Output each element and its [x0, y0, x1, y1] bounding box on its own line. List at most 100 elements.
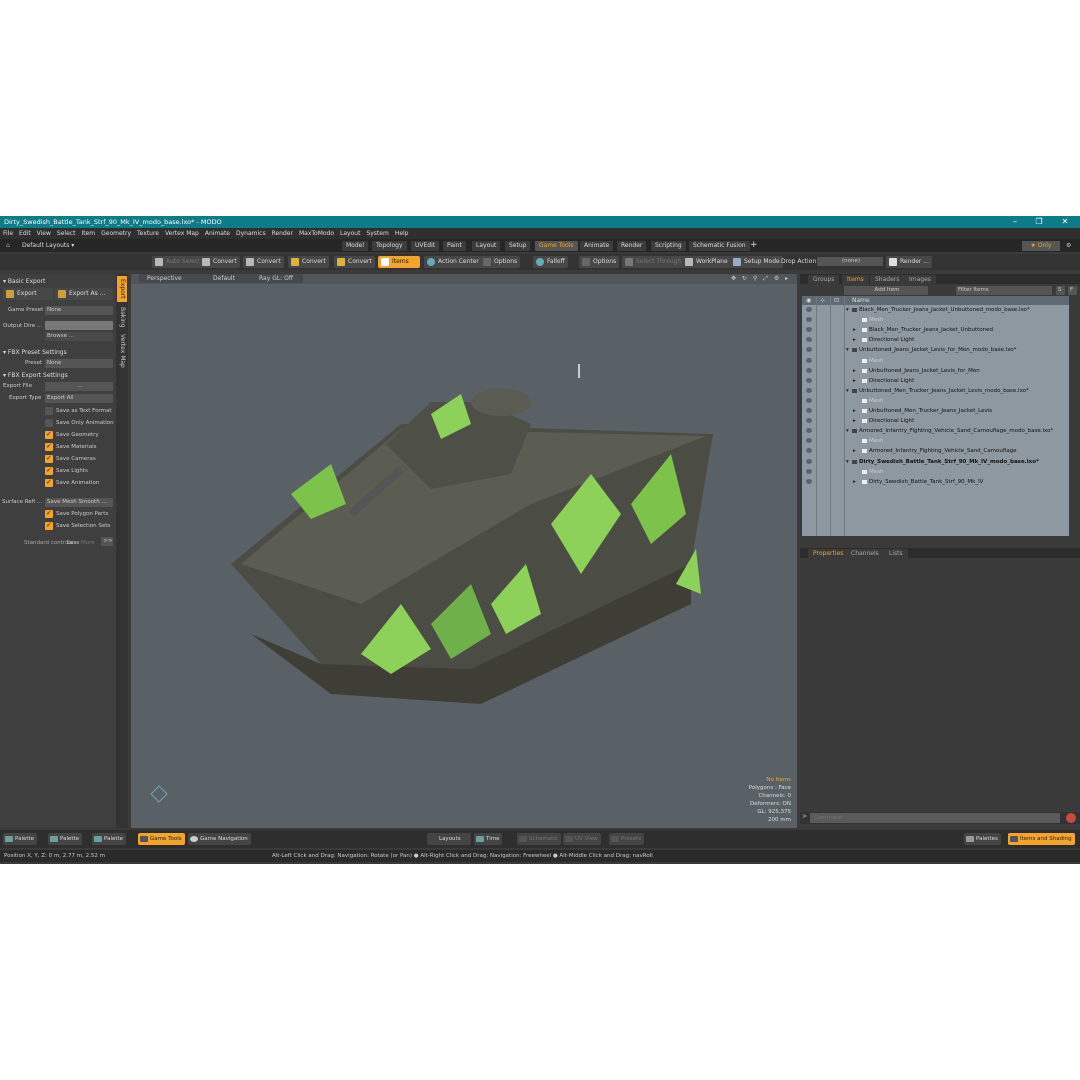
visibility-eye-icon[interactable] [806, 357, 812, 363]
tab-channels[interactable]: Channels [846, 549, 884, 558]
checkbox-save-materials[interactable] [45, 442, 53, 451]
tab-export[interactable]: Export [117, 276, 127, 302]
checkbox-save-polygon-parts[interactable] [45, 509, 53, 518]
options-button[interactable]: Options [480, 256, 521, 268]
collapse-triangle-icon[interactable]: ▾ [846, 305, 849, 315]
menu-maxtomodo[interactable]: MaxToModo [296, 228, 337, 239]
menu-animate[interactable]: Animate [202, 228, 233, 239]
more-button[interactable]: >> [101, 537, 113, 546]
tab-properties[interactable]: Properties [808, 549, 849, 558]
visibility-eye-icon[interactable] [806, 418, 812, 424]
menu-render[interactable]: Render [269, 228, 296, 239]
visibility-eye-icon[interactable] [806, 317, 812, 323]
default-layouts-dropdown[interactable]: Default Layouts ▾ [22, 239, 74, 252]
checkbox-save-as-text-format[interactable] [45, 407, 53, 415]
collapse-triangle-icon[interactable]: ▾ [846, 426, 849, 436]
outliner-row[interactable]: Mesh [802, 315, 1069, 325]
convert-polygons-button[interactable]: Convert [288, 256, 329, 268]
visibility-eye-icon[interactable] [806, 327, 812, 333]
convert-vertices-button[interactable]: Convert [199, 256, 240, 268]
layouts-button[interactable]: Layouts [427, 833, 471, 845]
visibility-eye-icon[interactable] [806, 337, 812, 343]
drop-action-select[interactable]: (none) [817, 257, 883, 266]
search-icon[interactable]: S [1056, 286, 1065, 295]
only-toggle[interactable]: ★ Only [1022, 241, 1060, 251]
filter-items-field[interactable]: Filter Items [956, 286, 1052, 295]
items-outliner[interactable]: ◉ ⊹ ⊡ Name ▾ Black_Men_Trucker_Jeans_Jack… [802, 296, 1069, 536]
game-tools-button[interactable]: Game Tools [138, 833, 185, 845]
close-button[interactable]: ✕ [1054, 216, 1076, 228]
menu-geometry[interactable]: Geometry [98, 228, 134, 239]
layout-tab-uvedit[interactable]: UVEdit [411, 241, 440, 251]
outliner-row[interactable]: ▾ Unbuttoned_Men_Trucker_Jeans_Jacket_Lev… [802, 386, 1069, 396]
more-link[interactable]: More [81, 540, 95, 546]
home-icon[interactable]: ⌂ [6, 239, 10, 252]
outliner-row[interactable]: Mesh [802, 467, 1069, 477]
export-button[interactable]: Export [3, 288, 53, 300]
items-mode-button[interactable]: Items [378, 256, 420, 268]
menu-dynamics[interactable]: Dynamics [233, 228, 269, 239]
gear-icon[interactable]: ⚙ [1066, 239, 1071, 252]
tab-shaders[interactable]: Shaders [870, 275, 905, 284]
layout-tab-setup[interactable]: Setup [505, 241, 531, 251]
outliner-row[interactable]: Mesh [802, 356, 1069, 366]
action-center-button[interactable]: Action Center [424, 256, 482, 268]
layout-tab-paint[interactable]: Paint [443, 241, 466, 251]
workplane-button[interactable]: WorkPlane [682, 256, 731, 268]
menu-help[interactable]: Help [392, 228, 412, 239]
tab-lists[interactable]: Lists [884, 549, 908, 558]
collapse-triangle-icon[interactable]: ▾ [846, 345, 849, 355]
visibility-eye-icon[interactable] [806, 387, 812, 393]
menu-item[interactable]: Item [78, 228, 98, 239]
auto-select-button[interactable]: Auto Select [152, 256, 204, 268]
expand-triangle-icon[interactable]: ▸ [853, 376, 856, 386]
record-icon[interactable] [1066, 813, 1076, 823]
outliner-row[interactable]: ▸ Directional Light [802, 416, 1069, 426]
visibility-eye-icon[interactable] [806, 448, 812, 454]
outliner-row[interactable]: ▾ Armored_Infantry_Fighting_Vehicle_Sand_… [802, 426, 1069, 436]
outliner-row[interactable]: ▸ Dirty_Swedish_Battle_Tank_Strf_90_Mk_IV [802, 477, 1069, 487]
layout-tab-topology[interactable]: Topology [372, 241, 407, 251]
basic-export-header[interactable]: ▾ Basic Export [3, 278, 45, 285]
minimize-button[interactable]: – [1004, 216, 1026, 228]
layout-tab-model[interactable]: Model [342, 241, 369, 251]
3d-viewport[interactable]: Perspective Default Ray GL: Off ✥ ↻ ⚲ ⤢ … [131, 274, 797, 828]
layout-tab-render[interactable]: Render [617, 241, 647, 251]
expand-triangle-icon[interactable]: ▸ [853, 416, 856, 426]
expand-triangle-icon[interactable]: ▸ [853, 366, 856, 376]
tab-vertex-map[interactable]: Vertex Map [117, 332, 127, 370]
visibility-eye-icon[interactable] [806, 377, 812, 383]
outliner-row[interactable]: ▾ Black_Men_Trucker_Jeans_Jacket_Unbutton… [802, 305, 1069, 315]
export-file-field[interactable]: ... [45, 382, 113, 391]
visibility-eye-icon[interactable] [806, 347, 812, 353]
menu-layout[interactable]: Layout [337, 228, 363, 239]
output-dir-field[interactable] [45, 321, 113, 330]
outliner-row[interactable]: ▸ Directional Light [802, 335, 1069, 345]
setup-mode-button[interactable]: Setup Mode [730, 256, 783, 268]
fbx-export-header[interactable]: ▾ FBX Export Settings [3, 372, 68, 379]
outliner-row[interactable]: Mesh [802, 396, 1069, 406]
time-button[interactable]: Time [474, 833, 503, 845]
menu-select[interactable]: Select [54, 228, 79, 239]
visibility-eye-icon[interactable] [806, 458, 812, 464]
outliner-row[interactable]: ▸ Black_Men_Trucker_Jeans_Jacket_Unbutton… [802, 325, 1069, 335]
palette-button-2[interactable]: Palette [48, 833, 83, 845]
export-as-button[interactable]: Export As ... [55, 288, 113, 300]
checkbox-save-animation[interactable] [45, 478, 53, 487]
preset-select[interactable]: None [45, 359, 113, 368]
checkbox-save-selection-sets[interactable] [45, 521, 53, 530]
menu-system[interactable]: System [363, 228, 391, 239]
add-layout-tab-button[interactable]: + [750, 239, 758, 252]
menu-edit[interactable]: Edit [16, 228, 34, 239]
visibility-eye-icon[interactable] [806, 408, 812, 413]
fbx-preset-header[interactable]: ▾ FBX Preset Settings [3, 349, 67, 356]
checkbox-save-geometry[interactable] [45, 430, 53, 439]
items-and-shading-button[interactable]: Items and Shading [1008, 833, 1075, 845]
visibility-eye-icon[interactable] [806, 478, 812, 484]
convert-materials-button[interactable]: Convert [334, 256, 375, 268]
outliner-row[interactable]: ▸ Armored_Infantry_Fighting_Vehicle_Sand_… [802, 446, 1069, 456]
maximize-button[interactable]: ❐ [1028, 216, 1050, 228]
expand-triangle-icon[interactable]: ▸ [853, 446, 856, 456]
checkbox-save-lights[interactable] [45, 466, 53, 475]
game-preset-select[interactable]: None [45, 306, 113, 315]
